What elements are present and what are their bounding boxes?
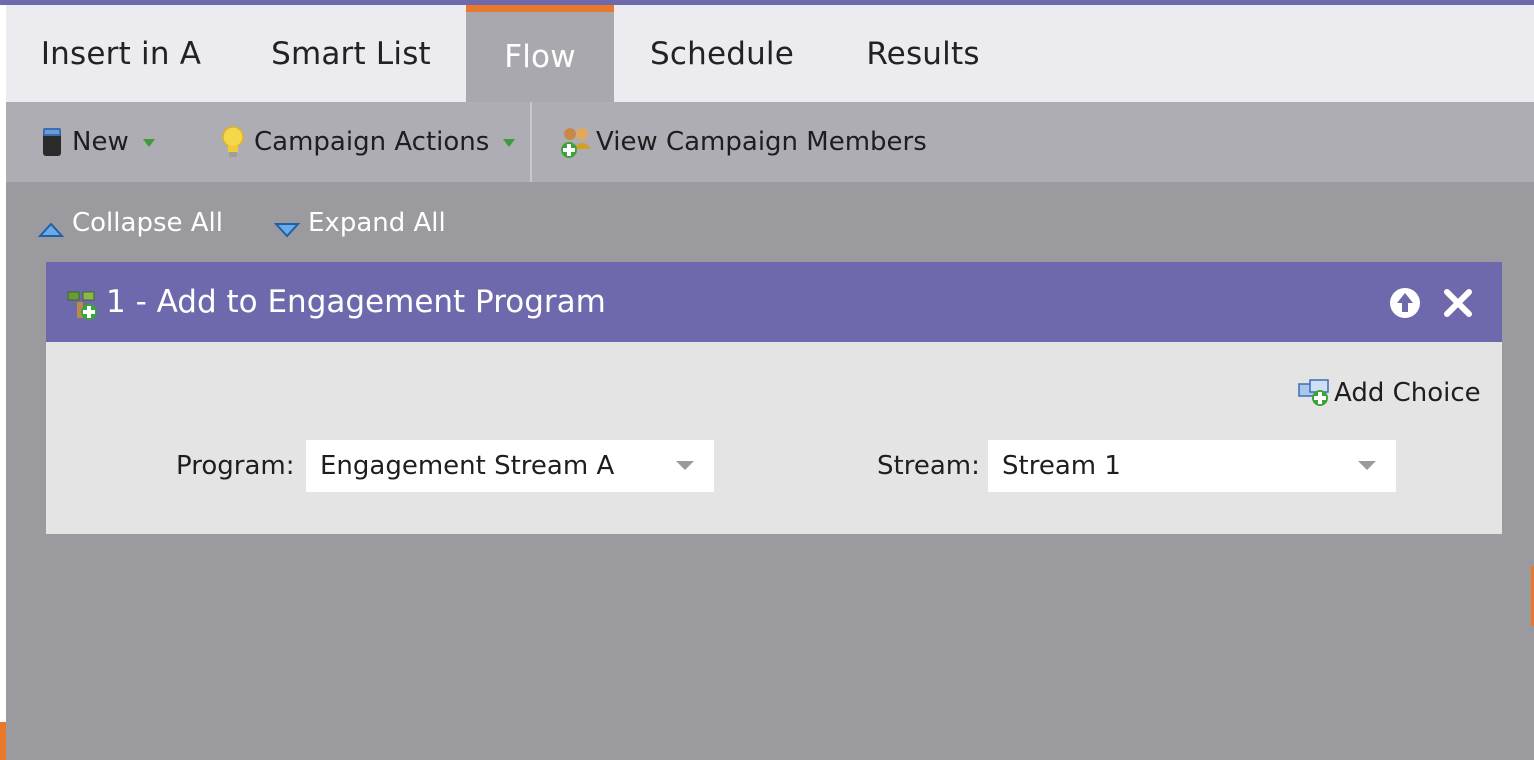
chevron-down-icon [1358,461,1376,470]
chevron-down-icon [676,461,694,470]
add-choice-button[interactable]: Add Choice [1298,370,1481,416]
stream-value: Stream 1 [1002,451,1121,481]
program-value: Engagement Stream A [320,451,615,481]
new-label: New [72,127,129,157]
lightbulb-icon [220,125,246,159]
collapse-all-button[interactable]: Collapse All [37,196,223,250]
dropdown-arrow-icon [503,139,516,147]
tab-flow[interactable]: Flow [466,5,614,102]
add-choice-label: Add Choice [1334,378,1481,408]
people-add-icon [558,125,594,159]
triangle-up-icon [37,215,65,237]
expand-all-button[interactable]: Expand All [273,196,446,250]
close-icon[interactable] [1442,287,1474,323]
expand-all-label: Expand All [308,208,446,238]
toolbar: New Campaign Actions View Campaign Membe… [6,102,1534,182]
stream-select[interactable]: Stream 1 [988,440,1396,492]
toolbar-separator [530,102,532,182]
tab-results[interactable]: Results [830,5,1016,102]
flow-step-icon [66,290,100,326]
stream-label: Stream: [877,451,980,481]
flow-step-title: 1 - Add to Engagement Program [106,284,606,320]
dropdown-arrow-icon [142,139,155,147]
tab-schedule[interactable]: Schedule [614,5,830,102]
campaign-actions-label: Campaign Actions [254,127,490,157]
tab-smart-list[interactable]: Smart List [236,5,466,102]
add-choice-icon [1298,378,1332,408]
triangle-down-icon [273,215,301,238]
tab-bar: Insert in A Smart List Flow Schedule Res… [6,5,1534,102]
program-label: Program: [176,451,295,481]
arrow-up-circle-icon[interactable] [1388,286,1422,324]
new-menu-button[interactable]: New [40,102,155,182]
program-select[interactable]: Engagement Stream A [306,440,714,492]
view-campaign-members-label: View Campaign Members [596,127,927,157]
document-icon [40,127,64,157]
view-campaign-members-button[interactable]: View Campaign Members [558,102,927,182]
tab-insert-in-a[interactable]: Insert in A [6,5,236,102]
flow-step-body [46,342,1502,534]
collapse-all-label: Collapse All [72,208,223,238]
campaign-actions-button[interactable]: Campaign Actions [220,102,516,182]
